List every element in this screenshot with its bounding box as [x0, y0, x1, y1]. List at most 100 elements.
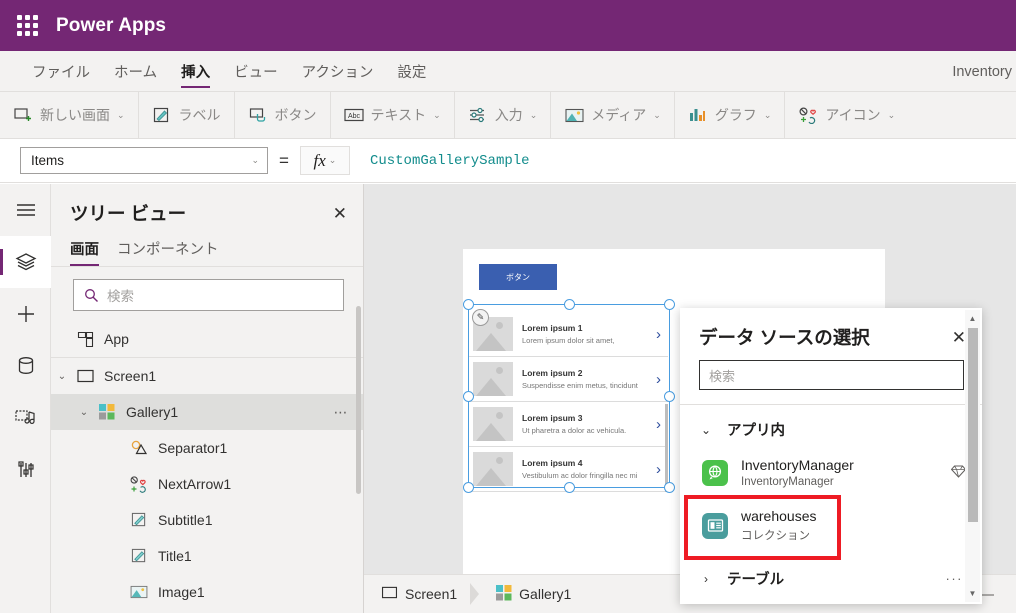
- menu-item-insert[interactable]: 挿入: [169, 51, 222, 92]
- tree-node-separator1[interactable]: Separator1: [51, 430, 363, 466]
- tab-screens[interactable]: 画面: [70, 238, 99, 266]
- data-source-item-text: warehouses コレクション: [741, 508, 817, 543]
- fx-label: fx: [313, 150, 326, 170]
- next-arrow-icon[interactable]: ›: [656, 461, 661, 478]
- pencil-edit-icon[interactable]: ✎: [472, 309, 489, 326]
- tree-scrollbar[interactable]: [356, 306, 361, 494]
- data-source-panel: データ ソースの選択 ✕ 検索 ⌄ アプリ内 InventoryManager …: [680, 308, 982, 604]
- data-source-item-sub: InventoryManager: [741, 476, 834, 488]
- gallery-row-subtitle: Lorem ipsum dolor sit amet,: [522, 336, 615, 345]
- tree-node-subtitle1[interactable]: Subtitle1: [51, 502, 363, 538]
- breadcrumb-screen1[interactable]: Screen1: [364, 575, 470, 613]
- gallery-row[interactable]: Lorem ipsum 2 Suspendisse enim metus, ti…: [468, 357, 668, 402]
- gallery-scrollbar[interactable]: [665, 404, 668, 492]
- search-input[interactable]: 検索: [73, 279, 344, 311]
- chevron-down-icon[interactable]: ⌄: [699, 423, 713, 437]
- canvas-button[interactable]: ボタン: [479, 264, 557, 290]
- insert-ribbon: 新しい画面 ⌄ ラベル ボタン Abc テキスト ⌄ 入力 ⌄ メディア ⌄ グ…: [0, 91, 1016, 139]
- tree-node-nextarrow1[interactable]: NextArrow1: [51, 466, 363, 502]
- menu-bar: ファイル ホーム 挿入 ビュー アクション 設定 Inventory: [0, 51, 1016, 92]
- ribbon-icons[interactable]: アイコン ⌄: [785, 92, 908, 139]
- tree-view-tabs: 画面 コンポーネント: [51, 234, 363, 267]
- media-icon[interactable]: [0, 392, 51, 444]
- chevron-down-icon: ⌄: [763, 109, 772, 120]
- menu-item-file[interactable]: ファイル: [20, 51, 102, 92]
- breadcrumb-label: Screen1: [405, 586, 458, 602]
- gallery-row-title: Lorem ipsum 1: [522, 323, 583, 333]
- menu-item-view[interactable]: ビュー: [222, 51, 290, 92]
- fx-button[interactable]: fx ⌄: [299, 146, 350, 175]
- ribbon-media[interactable]: メディア ⌄: [551, 91, 675, 139]
- data-source-scrollbar[interactable]: ▲ ▼: [965, 310, 980, 602]
- gallery-row[interactable]: Lorem ipsum 1 Lorem ipsum dolor sit amet…: [468, 312, 668, 357]
- icons-icon: [798, 105, 818, 125]
- scroll-up-icon[interactable]: ▲: [965, 310, 980, 327]
- next-arrow-icon[interactable]: ›: [656, 371, 661, 388]
- data-source-group-label: テーブル: [727, 572, 785, 588]
- next-arrow-icon: [127, 475, 151, 493]
- gallery-row[interactable]: Lorem ipsum 4 Vestibulum ac dolor fringi…: [468, 447, 668, 492]
- tree-view-panel: ツリー ビュー ✕ 画面 コンポーネント 検索 App ⌄ Screen1 ⌄ …: [51, 184, 364, 613]
- menu-item-home[interactable]: ホーム: [102, 51, 169, 92]
- ribbon-new-screen[interactable]: 新しい画面 ⌄: [0, 91, 139, 139]
- scroll-thumb[interactable]: [968, 328, 978, 522]
- ribbon-input-label: 入力: [494, 107, 523, 123]
- chevron-down-icon[interactable]: ⌄: [73, 407, 95, 418]
- data-source-search-input[interactable]: 検索: [699, 360, 964, 390]
- data-source-group-inapp[interactable]: ⌄ アプリ内: [680, 405, 982, 450]
- ribbon-media-label: メディア: [591, 107, 647, 123]
- menu-item-action[interactable]: アクション: [290, 51, 386, 92]
- close-icon[interactable]: ✕: [333, 205, 347, 222]
- gallery-row-title: Lorem ipsum 2: [522, 368, 583, 378]
- left-rail: [0, 184, 51, 613]
- formula-bar: Items ⌄ = fx ⌄ CustomGallerySample: [0, 139, 1016, 183]
- scroll-down-icon[interactable]: ▼: [965, 585, 980, 602]
- tree-node-label: Gallery1: [126, 404, 179, 420]
- tab-components[interactable]: コンポーネント: [117, 238, 219, 266]
- canvas-gallery[interactable]: Lorem ipsum 1 Lorem ipsum dolor sit amet…: [468, 312, 668, 492]
- tree-node-app[interactable]: App: [51, 321, 363, 357]
- data-source-item-warehouses[interactable]: warehouses コレクション: [680, 495, 982, 556]
- tree-node-title1[interactable]: Title1: [51, 538, 363, 574]
- data-cylinder-icon[interactable]: [0, 340, 51, 392]
- breadcrumb-gallery1[interactable]: Gallery1: [479, 575, 584, 613]
- chevron-down-icon: ⌄: [328, 155, 337, 165]
- data-source-item-name: warehouses: [741, 508, 817, 524]
- label-icon: [127, 548, 151, 564]
- next-arrow-icon[interactable]: ›: [656, 416, 661, 433]
- ribbon-button[interactable]: ボタン: [235, 91, 331, 139]
- menu-item-settings[interactable]: 設定: [385, 51, 438, 92]
- data-source-group-overflow[interactable]: ···: [946, 571, 964, 586]
- ribbon-chart[interactable]: グラフ ⌄: [675, 91, 786, 139]
- gallery-row-subtitle: Ut pharetra a dolor ac vehicula.: [522, 426, 627, 435]
- next-arrow-icon[interactable]: ›: [656, 326, 661, 343]
- breadcrumb-separator-icon: [470, 583, 480, 605]
- advanced-tools-icon[interactable]: [0, 444, 51, 496]
- close-icon[interactable]: ✕: [952, 329, 966, 346]
- waffle-grid-icon[interactable]: [14, 13, 40, 39]
- gallery-row[interactable]: Lorem ipsum 3 Ut pharetra a dolor ac veh…: [468, 402, 668, 447]
- tree-node-gallery1[interactable]: ⌄ Gallery1 ⋯: [51, 394, 363, 430]
- tree-node-screen1[interactable]: ⌄ Screen1: [51, 358, 363, 394]
- ribbon-input[interactable]: 入力 ⌄: [455, 91, 552, 139]
- image-placeholder-icon: [473, 407, 513, 441]
- data-source-item-text: InventoryManager InventoryManager: [741, 457, 854, 488]
- formula-input[interactable]: CustomGallerySample: [360, 146, 1016, 175]
- data-source-group-label: アプリ内: [727, 423, 785, 439]
- chevron-down-icon[interactable]: ⌄: [51, 371, 73, 382]
- data-source-item-inventorymanager[interactable]: InventoryManager InventoryManager: [680, 450, 982, 495]
- chevron-down-icon: ⌄: [887, 109, 896, 120]
- ribbon-text[interactable]: Abc テキスト ⌄: [331, 91, 455, 139]
- chevron-right-icon[interactable]: ›: [699, 572, 713, 586]
- property-select[interactable]: Items ⌄: [20, 147, 268, 174]
- svg-text:Abc: Abc: [348, 113, 361, 120]
- premium-gem-icon: [950, 465, 967, 481]
- tree-node-overflow-menu[interactable]: ⋯: [334, 404, 350, 421]
- tree-view-layers-icon[interactable]: [0, 236, 51, 288]
- insert-plus-icon[interactable]: [0, 288, 51, 340]
- ribbon-label[interactable]: ラベル: [139, 91, 235, 139]
- data-source-title: データ ソースの選択: [699, 327, 870, 348]
- tree-node-image1[interactable]: Image1: [51, 574, 363, 610]
- data-source-group-tables[interactable]: › テーブル ···: [680, 556, 982, 599]
- hamburger-menu-icon[interactable]: [0, 184, 51, 236]
